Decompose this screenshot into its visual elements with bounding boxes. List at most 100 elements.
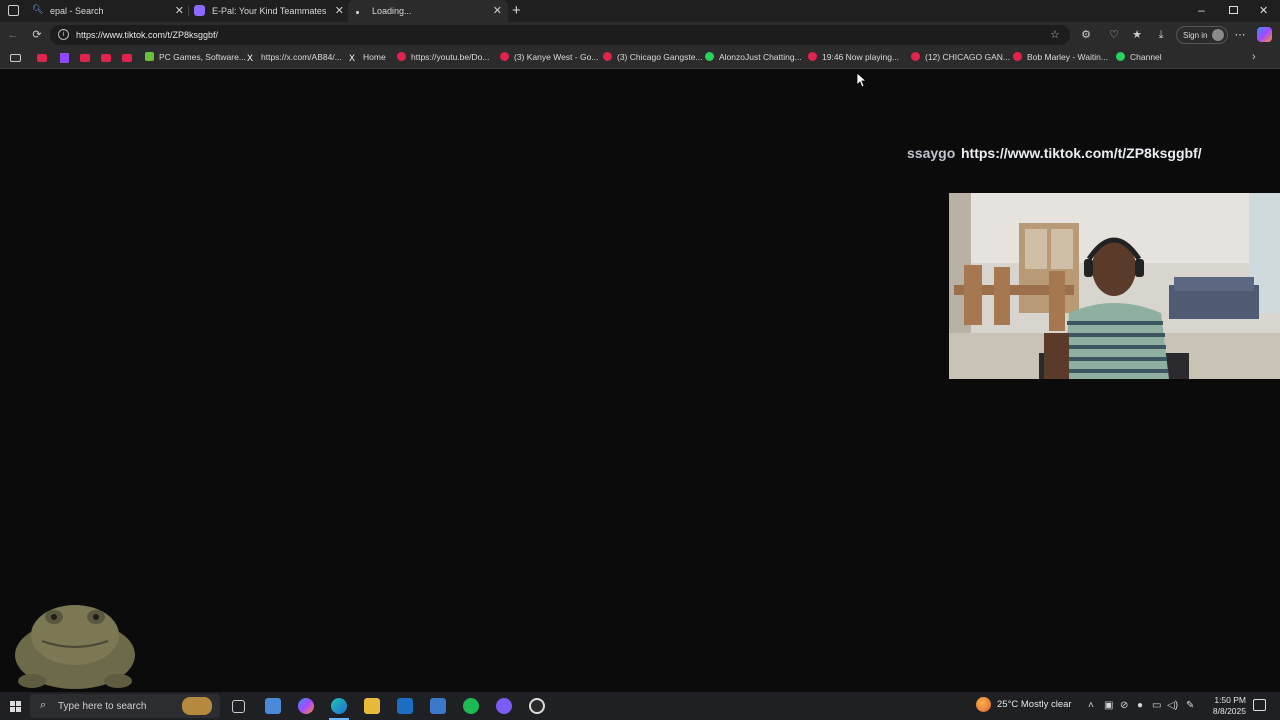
clock[interactable]: 1:50 PM 8/8/2025 [1200,695,1246,717]
clock-date: 8/8/2025 [1212,706,1246,716]
weather-text[interactable]: 25°C Mostly clear [997,699,1072,710]
refresh-icon[interactable]: ⟳ [30,28,44,42]
extensions-icon[interactable]: ⚙ [1079,28,1093,42]
volume-icon[interactable]: ◁) [1167,700,1178,711]
downloads-icon[interactable]: ⤓ [1154,28,1168,42]
tab-title: E-Pal: Your Kind Teammates [212,6,327,16]
youtube-icon [603,52,612,61]
bookmark-item[interactable]: PC Games, Software... [145,52,246,65]
back-icon[interactable]: ← [6,28,20,42]
bookmarks-bar: PC Games, Software... Xhttps://x.com/AB8… [0,48,1280,69]
bookmark-label: (12) CHICAGO GAN... [925,52,1011,62]
youtube-icon[interactable] [37,54,47,62]
windows-start-icon[interactable] [10,701,21,712]
close-window-button[interactable]: ✕ [1259,4,1268,17]
chevron-right-icon[interactable]: › [1252,51,1256,63]
pen-icon[interactable]: ✎ [1186,700,1194,711]
tab-actions-icon[interactable] [8,5,19,16]
url-text: https://www.tiktok.com/t/ZP8ksggbf/ [76,30,219,40]
search-icon: ⌕ [40,699,47,711]
close-icon[interactable]: ✕ [175,4,184,17]
search-icon: 🔍︎ [32,4,44,14]
address-bar[interactable]: i https://www.tiktok.com/t/ZP8ksggbf/ ☆ [50,25,1070,45]
kick-icon [1116,52,1125,61]
chevron-up-icon[interactable]: ˄ [1088,700,1094,711]
youtube-icon [808,52,817,61]
bookmark-label: https://x.com/AB84/... [261,52,342,62]
search-placeholder: Type here to search [58,701,147,712]
bookmark-label: https://youtu.be/Do... [411,52,490,62]
sign-in-label: Sign in [1183,31,1208,40]
tab-title: epal - Search [50,6,104,16]
youtube-icon [911,52,920,61]
bookmark-item[interactable]: (3) Chicago Gangste... [603,52,703,65]
favorites-icon[interactable]: ★ [1130,28,1144,42]
restore-button[interactable] [1229,6,1238,14]
file-explorer-icon[interactable] [364,698,380,714]
avatar [1212,29,1224,41]
close-icon[interactable]: ✕ [335,4,344,17]
bookmark-item[interactable]: (12) CHICAGO GAN... [911,52,1010,65]
network-off-icon[interactable]: ⊘ [1120,700,1128,711]
clock-time: 1:50 PM [1214,695,1246,705]
epal-icon [194,5,205,16]
webcam-scene [949,193,1280,379]
collections-icon[interactable] [10,54,21,62]
toad-image [12,595,138,691]
tab-title: Loading... [372,6,412,16]
x-icon: X [247,53,254,63]
pc-games-icon [145,52,154,61]
bookmark-label: Home [363,52,386,62]
webcam-feed [949,193,1280,379]
bookmark-label: Bob Marley - Waitin... [1027,52,1108,62]
youtube-icon[interactable] [101,54,111,62]
taskbar-search[interactable]: ⌕ Type here to search [30,694,220,718]
edge-icon[interactable] [331,698,347,714]
kick-icon [705,52,714,61]
task-view-icon[interactable] [232,700,245,713]
youtube-icon[interactable] [122,54,132,62]
copilot-taskbar-icon[interactable] [298,698,314,714]
store-icon[interactable] [265,698,281,714]
info-icon[interactable]: i [58,29,69,40]
streamer-name: ssaygo [907,145,956,161]
notifications-icon[interactable] [1253,699,1266,711]
bookmark-item[interactable]: 19:46 Now playing... [808,52,899,65]
obs-icon[interactable] [529,698,545,714]
bookmark-item[interactable]: Bob Marley - Waitin... [1013,52,1108,65]
bookmark-label: AlonzoJust Chatting... [719,52,802,62]
copilot-icon[interactable] [1257,27,1272,42]
bookmark-item[interactable]: Xhttps://x.com/AB84/... [247,52,342,65]
tab-loading[interactable]: Loading... ✕ [348,0,508,22]
bookmark-item[interactable]: Channel [1116,52,1162,65]
bookmark-label: (3) Chicago Gangste... [617,52,703,62]
bookmark-item[interactable]: AlonzoJust Chatting... [705,52,802,65]
overlay-link-text: https://www.tiktok.com/t/ZP8ksggbf/ [961,145,1202,161]
screen-tool-icon[interactable] [430,698,446,714]
page-content [0,69,1280,689]
new-tab-button[interactable]: + [512,2,521,19]
bookmark-item[interactable]: (3) Kanye West - Go... [500,52,598,65]
x-icon: X [349,53,356,63]
sign-in-button[interactable]: Sign in [1176,26,1228,44]
close-icon[interactable]: ✕ [493,4,502,17]
tab-epal-search[interactable]: 🔍︎ epal - Search ✕ [26,0,190,22]
youtube-icon[interactable] [80,54,90,62]
minimize-button[interactable]: – [1198,3,1205,17]
youtube-icon [1013,52,1022,61]
bookmark-item[interactable]: https://youtu.be/Do... [397,52,489,65]
network-icon[interactable]: ▭ [1152,700,1161,711]
bookmark-label: PC Games, Software... [159,52,246,62]
spotify-icon[interactable] [463,698,479,714]
discord-icon[interactable] [496,698,512,714]
outlook-icon[interactable] [397,698,413,714]
cat-search-highlight-icon [182,697,212,715]
favorite-star-icon[interactable]: ☆ [1050,28,1060,41]
tray-app-icon[interactable]: ▣ [1104,700,1113,711]
tab-epal[interactable]: E-Pal: Your Kind Teammates ✕ [188,0,350,22]
browser-essentials-icon[interactable]: ♡ [1107,28,1121,42]
microphone-icon[interactable]: ● [1137,700,1143,711]
bookmark-item[interactable]: X Home [349,52,386,65]
twitch-icon[interactable] [60,53,69,63]
more-icon[interactable]: ⋯ [1233,28,1247,42]
